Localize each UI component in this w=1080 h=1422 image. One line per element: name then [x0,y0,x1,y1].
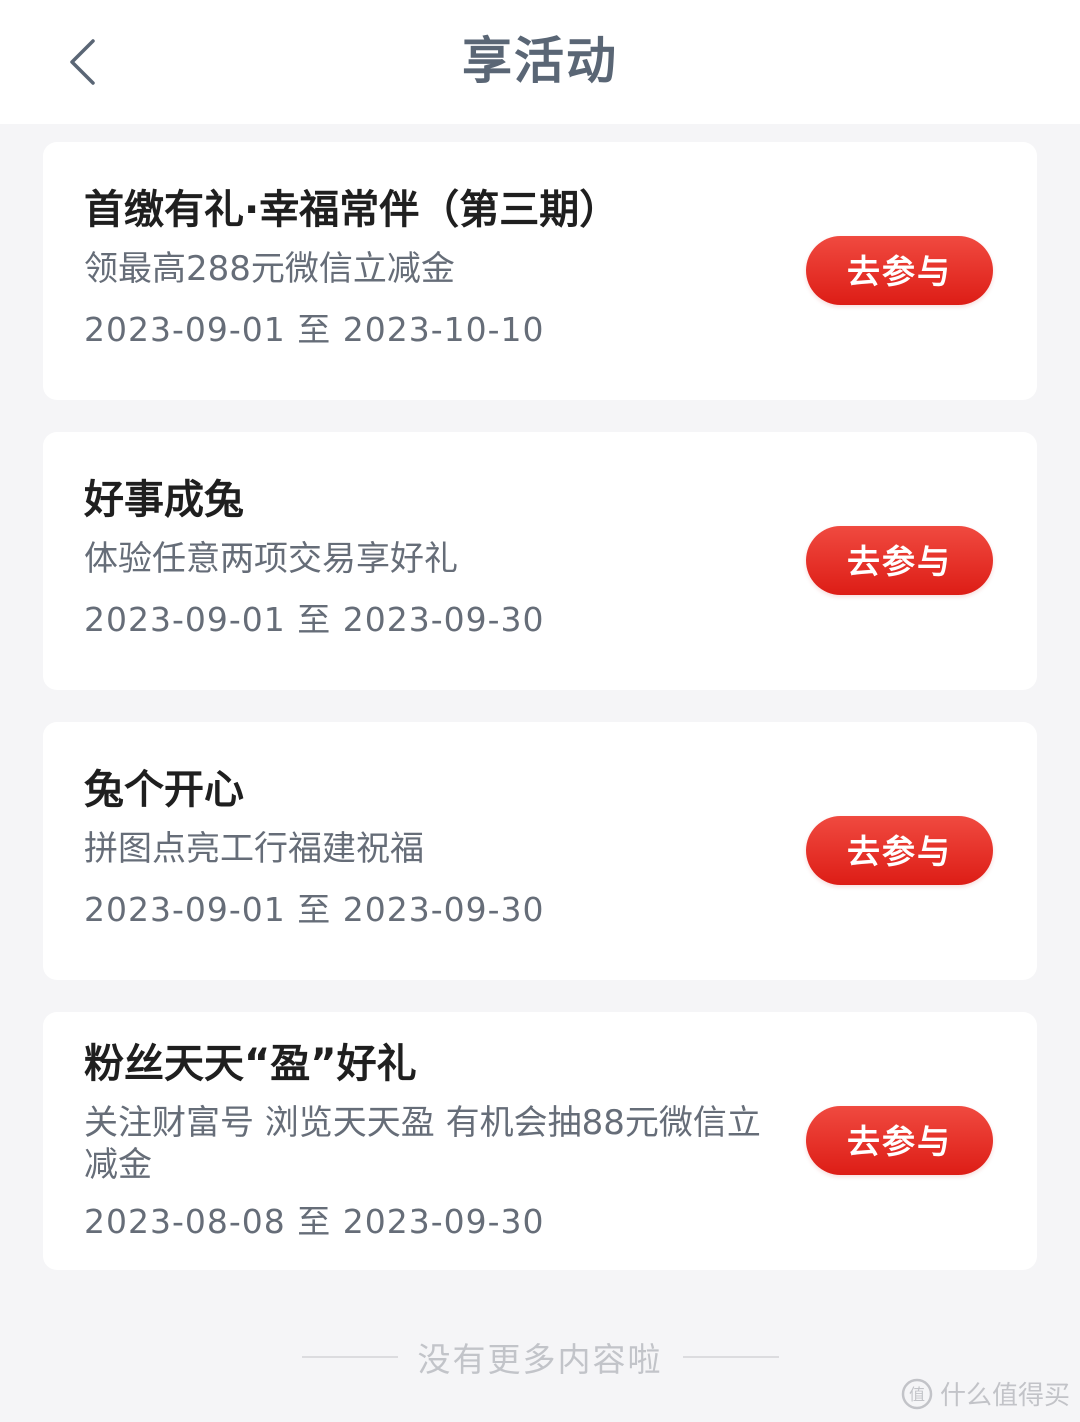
watermark: 值 什么值得买 [900,1375,1070,1412]
svg-text:值: 值 [909,1385,925,1404]
header: 享活动 [0,0,1080,124]
activity-title: 粉丝天天“盈”好礼 [84,1041,417,1087]
activity-title: 首缴有礼·幸福常伴（第三期） [84,187,620,233]
footer-divider-right [682,1356,779,1358]
join-button[interactable]: 去参与 [806,236,993,305]
footer-divider-left [301,1356,398,1358]
activity-description: 关注财富号 浏览天天盈 有机会抽88元微信立减金 [84,1103,761,1185]
smzdm-logo-icon: 值 [901,1378,933,1409]
activity-date-range: 2023-09-01 至 2023-10-10 [84,310,545,349]
activity-card[interactable]: 首缴有礼·幸福常伴（第三期） 领最高288元微信立减金 2023-09-01 至… [43,142,1037,400]
join-button[interactable]: 去参与 [806,816,993,885]
watermark-text: 什么值得买 [939,1381,1070,1411]
activity-list: 首缴有礼·幸福常伴（第三期） 领最高288元微信立减金 2023-09-01 至… [43,142,1037,1302]
activity-description: 拼图点亮工行福建祝福 [84,829,424,869]
activity-card[interactable]: 兔个开心 拼图点亮工行福建祝福 2023-09-01 至 2023-09-30 … [43,722,1037,980]
activity-date-range: 2023-09-01 至 2023-09-30 [84,890,545,929]
activity-description: 领最高288元微信立减金 [84,249,455,289]
join-button[interactable]: 去参与 [806,1106,993,1175]
activity-date-range: 2023-09-01 至 2023-09-30 [84,600,545,639]
activity-title: 兔个开心 [84,767,244,813]
activity-card[interactable]: 好事成兔 体验任意两项交易享好礼 2023-09-01 至 2023-09-30… [43,432,1037,690]
list-end-text: 没有更多内容啦 [417,1340,663,1379]
activity-description: 体验任意两项交易享好礼 [84,539,458,579]
activity-date-range: 2023-08-08 至 2023-09-30 [84,1202,545,1241]
page-title: 享活动 [462,32,618,90]
activity-title: 好事成兔 [84,477,244,523]
activity-card[interactable]: 粉丝天天“盈”好礼 关注财富号 浏览天天盈 有机会抽88元微信立减金 2023-… [43,1012,1037,1270]
join-button[interactable]: 去参与 [806,526,993,595]
